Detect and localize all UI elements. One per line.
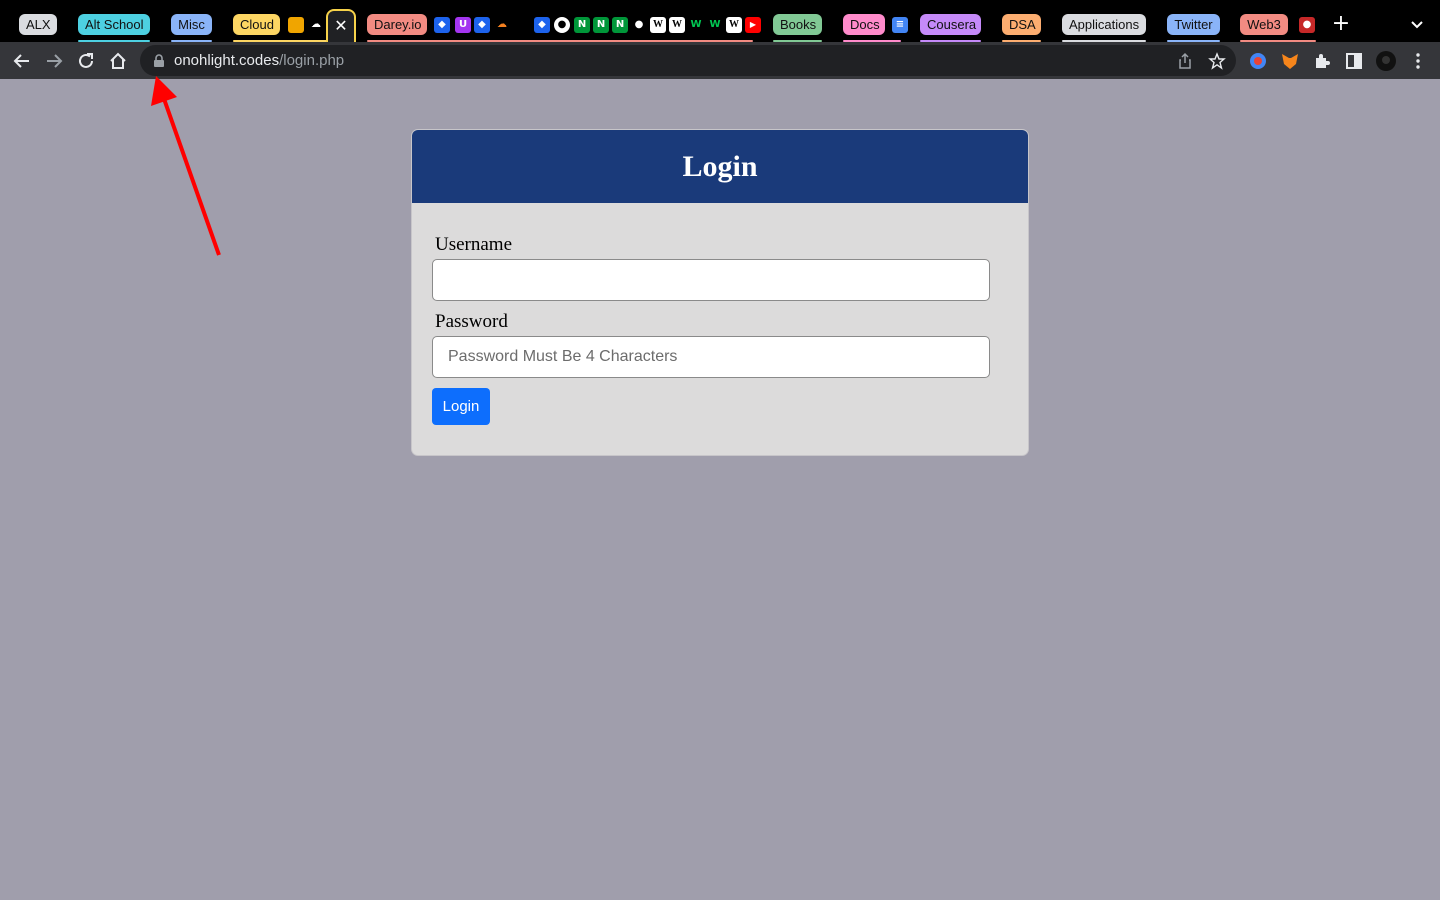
tab-group-web3[interactable]: Web3 xyxy=(1240,14,1288,35)
docker-favicon-icon[interactable]: ◆ xyxy=(534,17,550,33)
tab-strip: ALX Alt School Misc Cloud ☁ ✕ Darey.io ◆… xyxy=(0,0,1440,42)
nginx-favicon-icon[interactable]: N xyxy=(593,17,609,33)
tab-group-cousera[interactable]: Cousera xyxy=(920,14,981,35)
nginx-favicon-icon[interactable]: N xyxy=(612,17,628,33)
profile-avatar[interactable] xyxy=(1375,50,1397,72)
extensions-puzzle-icon[interactable] xyxy=(1311,50,1333,72)
tab-group-alx[interactable]: ALX xyxy=(19,14,57,35)
w-favicon-icon[interactable]: W xyxy=(688,17,704,33)
reload-icon[interactable] xyxy=(75,50,97,72)
close-tab-icon[interactable]: ✕ xyxy=(328,16,354,35)
back-icon[interactable] xyxy=(11,50,33,72)
tab-group-alt-school[interactable]: Alt School xyxy=(78,14,150,35)
address-bar[interactable]: onohlight.codes/login.php xyxy=(140,45,1236,76)
udemy-favicon-icon[interactable]: U xyxy=(455,17,471,33)
wikipedia-favicon-icon[interactable]: W xyxy=(669,17,685,33)
username-input[interactable] xyxy=(432,259,990,301)
nginx-favicon-icon[interactable]: N xyxy=(574,17,590,33)
tab-group-misc[interactable]: Misc xyxy=(171,14,212,35)
login-button[interactable]: Login xyxy=(432,388,490,425)
box-favicon-icon[interactable] xyxy=(288,17,304,33)
active-tab[interactable]: ✕ xyxy=(326,9,356,42)
tab-group-applications[interactable]: Applications xyxy=(1062,14,1146,35)
more-menu-icon[interactable] xyxy=(1407,50,1429,72)
url-text[interactable]: onohlight.codes/login.php xyxy=(174,52,344,69)
side-panel-icon[interactable] xyxy=(1343,50,1365,72)
username-label: Username xyxy=(435,234,513,255)
tab-group-darey-io[interactable]: Darey.io xyxy=(367,14,427,35)
annotation-arrow xyxy=(151,76,221,256)
page-title: Login xyxy=(682,150,758,183)
wikipedia-favicon-icon[interactable]: W xyxy=(726,17,742,33)
docker-favicon-icon[interactable]: ◆ xyxy=(474,17,490,33)
google-docs-favicon-icon[interactable]: ≡ xyxy=(892,17,908,33)
lock-icon[interactable] xyxy=(153,54,165,67)
github-favicon-icon[interactable]: ● xyxy=(631,17,647,33)
new-tab-icon[interactable]: + xyxy=(1331,12,1351,36)
share-icon[interactable] xyxy=(1176,52,1194,70)
cloud-favicon-icon[interactable]: ☁ xyxy=(308,17,324,33)
web3-favicon-icon[interactable]: ● xyxy=(1299,17,1315,33)
forward-icon[interactable] xyxy=(43,50,65,72)
url-host: onohlight.codes xyxy=(174,52,280,69)
tab-group-docs[interactable]: Docs xyxy=(843,14,885,35)
login-card: Login Username Password Login xyxy=(411,129,1029,456)
tab-group-cloud[interactable]: Cloud xyxy=(233,14,280,35)
tab-group-twitter[interactable]: Twitter xyxy=(1167,14,1220,35)
docker-favicon-icon[interactable]: ◆ xyxy=(434,17,450,33)
globe-favicon-icon[interactable]: ● xyxy=(554,17,570,33)
password-input[interactable] xyxy=(432,336,990,378)
browser-extension-icon[interactable] xyxy=(1247,50,1269,72)
home-icon[interactable] xyxy=(107,50,129,72)
tab-group-dsa[interactable]: DSA xyxy=(1002,14,1041,35)
youtube-favicon-icon[interactable]: ▶ xyxy=(745,17,761,33)
wikipedia-favicon-icon[interactable]: W xyxy=(650,17,666,33)
card-header: Login xyxy=(412,130,1028,203)
tab-group-books[interactable]: Books xyxy=(773,14,822,35)
password-label: Password xyxy=(435,311,508,332)
cloudflare-favicon-icon[interactable]: ☁ xyxy=(494,17,510,33)
url-path: /login.php xyxy=(279,52,345,69)
metamask-fox-icon[interactable] xyxy=(1279,50,1301,72)
chevron-down-icon[interactable] xyxy=(1408,16,1426,34)
bookmark-star-icon[interactable] xyxy=(1208,52,1226,70)
w-favicon-icon[interactable]: W xyxy=(707,17,723,33)
